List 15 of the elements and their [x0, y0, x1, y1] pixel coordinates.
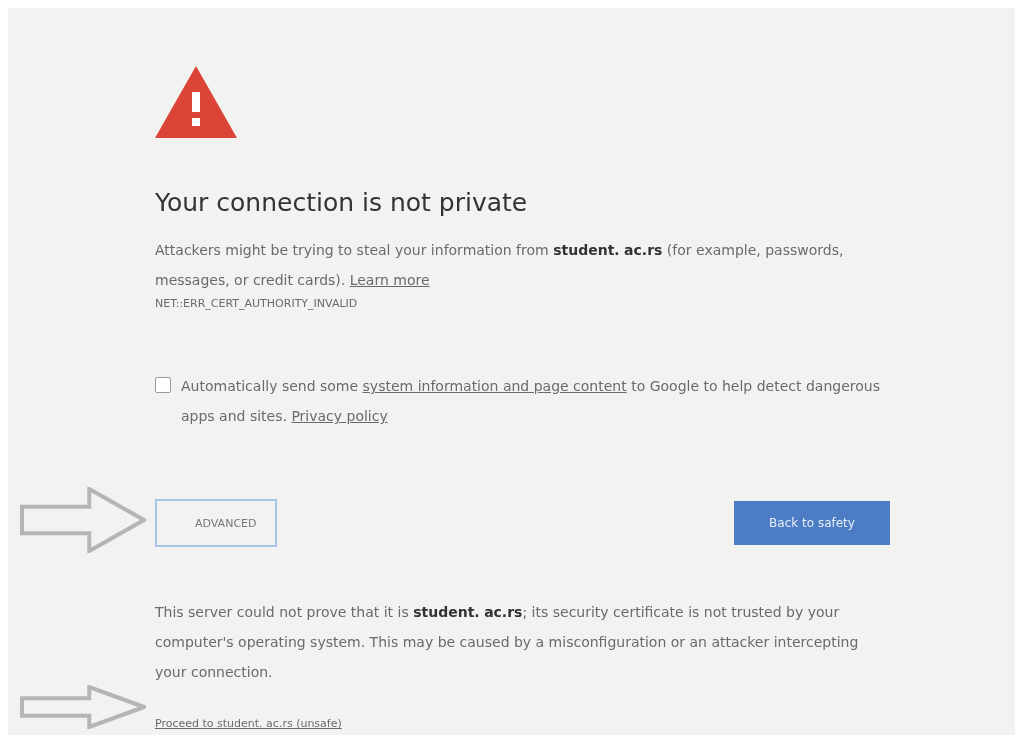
proceed-link[interactable]: Proceed to student. ac.rs (unsafe): [155, 717, 342, 730]
warning-icon: [155, 66, 237, 138]
advanced-button[interactable]: ADVANCED: [155, 499, 277, 547]
learn-more-link[interactable]: Learn more: [349, 272, 430, 288]
privacy-policy-link[interactable]: Privacy policy: [291, 408, 388, 424]
report-checkbox[interactable]: [155, 377, 171, 393]
warning-text: Attackers might be trying to steal your information from student. ac.rs (for example, passwords, messages, or credit cards). Learn more: [155, 241, 845, 290]
outline-arrow-icon: [20, 685, 146, 729]
back-to-safety-button[interactable]: Back to safety: [734, 501, 890, 545]
page-heading: Your connection is not private: [155, 188, 529, 217]
outline-arrow-icon: [20, 487, 146, 553]
details-text: This server could not prove that it is student. ac.rs; its security certificate is not trusted by your computer's operating system. This may be caused by a misconfiguration or an attacker intercepting your connection.: [155, 603, 860, 682]
system-info-link[interactable]: system information and page content: [362, 378, 627, 394]
report-text: Automatically send some system information and page content to Google to help detect dangerous apps and sites. Privacy policy: [181, 377, 881, 426]
error-code: NET::ERR_CERT_AUTHORITY_INVALID: [155, 296, 359, 312]
